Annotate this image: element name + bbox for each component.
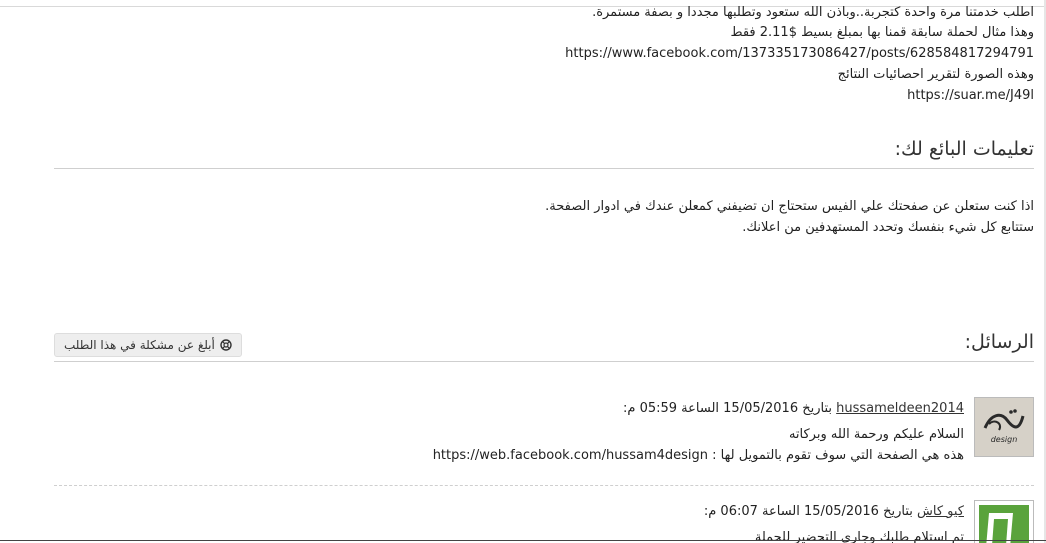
instructions-line: اذا كنت ستعلن عن صفحتك علي الفيس ستحتاج … [545,199,1034,214]
description-link[interactable]: https://www.facebook.com/137335173086427… [565,44,1034,64]
message-separator [54,485,1034,486]
messages-divider [54,361,1034,362]
instructions-line: ستتابع كل شيء بنفسك وتحدد المستهدفين من … [742,220,1034,235]
instructions-divider [54,168,1034,169]
viewport-bottom-edge [0,540,1046,541]
instructions-title: تعليمات البائع لك: [894,138,1034,160]
description-link[interactable]: https://suar.me/J49l [907,86,1034,106]
message-username[interactable]: hussameldeen2014 [836,401,964,416]
message-body-line: تم استلام طلبك وجاري التحضير للحملة [754,530,964,543]
description-line: وهذا مثال لحملة سابقة قمنا بها بمبلغ بسي… [730,25,1034,40]
lifebuoy-icon [220,339,232,351]
green-logo-avatar[interactable] [974,500,1034,543]
message-body-line: هذه هي الصفحة التي سوف تقوم بالتمويل لها… [432,448,964,463]
message-date: بتاريخ 15/05/2016 الساعة 06:07 م: [703,504,913,519]
message-body-line: السلام عليكم ورحمة الله وبركاته [788,427,964,442]
design-logo-avatar[interactable]: design [974,397,1034,457]
description-line: وهذه الصورة لتقرير احصائيات النتائج [837,67,1034,82]
order-page: اطلب خدمتنا مرة واحدة كتجربة..وباذن الله… [0,0,1046,543]
description-line: اطلب خدمتنا مرة واحدة كتجربة..وباذن الله… [592,5,1034,20]
avatar-logo-text: design [991,435,1018,444]
report-problem-button[interactable]: أبلغ عن مشكلة في هذا الطلب [54,333,242,357]
message-username[interactable]: كيو كاش [917,504,964,519]
report-button-label: أبلغ عن مشكلة في هذا الطلب [64,338,215,352]
message-meta: كيو كاش بتاريخ 15/05/2016 الساعة 06:07 م… [704,504,964,519]
message-date: بتاريخ 15/05/2016 الساعة 05:59 م: [623,401,833,416]
messages-title: الرسائل: [964,331,1034,353]
message-meta: hussameldeen2014 بتاريخ 15/05/2016 الساع… [623,401,964,416]
